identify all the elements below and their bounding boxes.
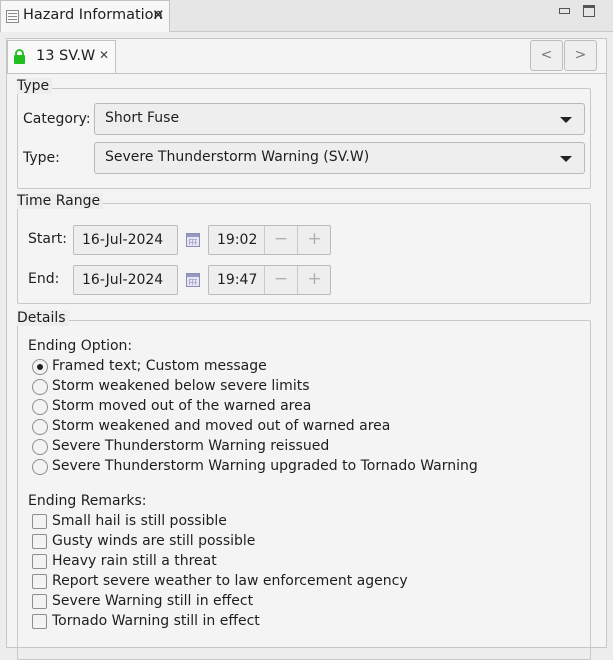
calendar-icon[interactable] bbox=[186, 273, 200, 287]
chevron-down-icon bbox=[560, 156, 572, 162]
checkbox[interactable] bbox=[32, 574, 47, 589]
category-value: Short Fuse bbox=[105, 110, 180, 126]
end-label: End: bbox=[28, 271, 60, 287]
calendar-icon[interactable] bbox=[186, 233, 200, 247]
start-time-field[interactable]: 19:02 bbox=[209, 226, 265, 254]
ending-option-label: Storm moved out of the warned area bbox=[52, 398, 312, 414]
view-tab-hazard-information[interactable]: Hazard Information ✕ bbox=[0, 0, 170, 32]
start-date-value: 16-Jul-2024 bbox=[82, 232, 164, 248]
type-group-title: Type bbox=[17, 78, 53, 94]
category-select[interactable]: Short Fuse bbox=[94, 103, 585, 135]
time-range-title: Time Range bbox=[17, 193, 104, 209]
lock-icon bbox=[14, 49, 25, 64]
end-date-field[interactable]: 16-Jul-2024 bbox=[73, 265, 178, 295]
ending-remark-label: Severe Warning still in effect bbox=[52, 593, 254, 609]
checkbox[interactable] bbox=[32, 614, 47, 629]
previous-hazard-button[interactable]: < bbox=[530, 40, 563, 71]
ending-remark-label: Heavy rain still a threat bbox=[52, 553, 217, 569]
start-time-decrement-button[interactable]: − bbox=[265, 226, 298, 254]
end-time-decrement-button[interactable]: − bbox=[265, 266, 298, 294]
ending-remark-label: Gusty winds are still possible bbox=[52, 533, 256, 549]
checkbox[interactable] bbox=[32, 594, 47, 609]
ending-remark-label: Small hail is still possible bbox=[52, 513, 227, 529]
checkbox[interactable] bbox=[32, 534, 47, 549]
ending-remark-label: Tornado Warning still in effect bbox=[52, 613, 260, 629]
radio-button[interactable] bbox=[32, 399, 48, 415]
view-tab-title: Hazard Information bbox=[23, 7, 163, 23]
type-value: Severe Thunderstorm Warning (SV.W) bbox=[105, 149, 370, 165]
ending-remarks-label: Ending Remarks: bbox=[28, 493, 147, 509]
close-icon[interactable]: ✕ bbox=[99, 48, 109, 62]
radio-button[interactable] bbox=[32, 459, 48, 475]
start-date-field[interactable]: 16-Jul-2024 bbox=[73, 225, 178, 255]
ending-option-label: Severe Thunderstorm Warning upgraded to … bbox=[52, 458, 478, 474]
ending-remark-label: Report severe weather to law enforcement… bbox=[52, 573, 408, 589]
ending-option-label: Severe Thunderstorm Warning reissued bbox=[52, 438, 330, 454]
tab-13-sv-w[interactable]: 13 SV.W ✕ bbox=[7, 40, 116, 73]
radio-button[interactable] bbox=[32, 419, 48, 435]
chevron-down-icon bbox=[560, 117, 572, 123]
start-time-spinner[interactable]: 19:02 − + bbox=[208, 225, 331, 255]
ending-option-label: Storm weakened below severe limits bbox=[52, 378, 310, 394]
details-title: Details bbox=[17, 310, 69, 326]
minimize-icon[interactable] bbox=[558, 5, 570, 17]
radio-button[interactable] bbox=[32, 379, 48, 395]
close-icon[interactable]: ✕ bbox=[152, 6, 165, 24]
ending-option-label: Framed text; Custom message bbox=[52, 358, 267, 374]
checkbox[interactable] bbox=[32, 514, 47, 529]
radio-button[interactable] bbox=[32, 439, 48, 455]
end-time-field[interactable]: 19:47 bbox=[209, 266, 265, 294]
ending-option-label: Ending Option: bbox=[28, 338, 133, 354]
hazard-view-icon bbox=[6, 10, 19, 23]
type-select[interactable]: Severe Thunderstorm Warning (SV.W) bbox=[94, 142, 585, 174]
radio-button[interactable] bbox=[32, 359, 48, 375]
end-time-increment-button[interactable]: + bbox=[298, 266, 331, 294]
next-hazard-button[interactable]: > bbox=[564, 40, 597, 71]
ending-option-label: Storm weakened and moved out of warned a… bbox=[52, 418, 391, 434]
category-label: Category: bbox=[23, 111, 91, 127]
end-date-value: 16-Jul-2024 bbox=[82, 272, 164, 288]
type-label: Type: bbox=[23, 150, 60, 166]
start-label: Start: bbox=[28, 231, 67, 247]
tab-title: 13 SV.W bbox=[36, 48, 96, 64]
view-tab-bar: Hazard Information ✕ bbox=[0, 0, 613, 32]
end-time-spinner[interactable]: 19:47 − + bbox=[208, 265, 331, 295]
tab-divider bbox=[7, 73, 606, 74]
start-time-increment-button[interactable]: + bbox=[298, 226, 331, 254]
checkbox[interactable] bbox=[32, 554, 47, 569]
maximize-icon[interactable] bbox=[583, 5, 595, 17]
